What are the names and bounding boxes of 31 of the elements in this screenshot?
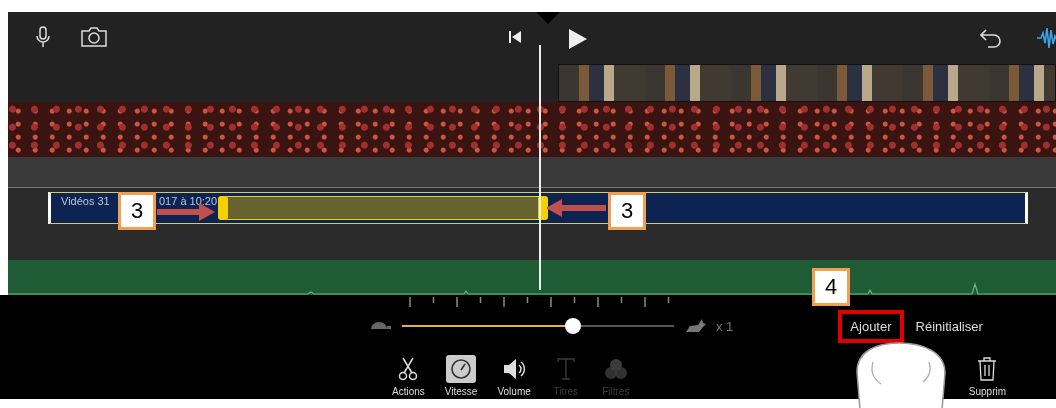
skip-to-start-icon[interactable] [508,30,522,44]
cutaway-clip-filmstrip[interactable] [558,64,1056,102]
trash-icon [977,357,998,381]
play-icon[interactable] [568,28,588,50]
clip-title: 017 à 10:20 [159,195,218,207]
range-handle[interactable] [218,196,228,220]
circles-icon [603,358,628,380]
gauge-icon [449,357,474,381]
scissors-icon [398,357,419,381]
camera-icon[interactable] [80,26,108,48]
toolbar-button[interactable]: Supprim [968,355,1007,397]
action-button[interactable]: Ajouter [838,309,904,343]
arrow-drawing [157,203,215,221]
arrow-drawing [546,199,606,217]
toolbar-button[interactable]: Actions [392,355,425,397]
waveform-icon[interactable] [1036,26,1056,50]
step-number-callout: 4 [812,268,850,306]
audio-waveform-track[interactable] [8,260,1056,295]
step-number-callout: 3 [608,192,646,230]
playhead-marker-icon [536,12,560,24]
slider-thumb[interactable] [565,318,582,334]
text-icon [555,358,576,380]
video-filmstrip[interactable] [8,102,1056,157]
step-number-callout: 3 [118,192,156,230]
speaker-icon [502,358,527,380]
microphone-icon[interactable] [36,26,50,48]
clip-title: Vidéos 31 [61,195,110,207]
toolbar-button[interactable]: Volume [497,355,531,397]
speed-reading: x 1 [716,318,734,334]
undo-icon[interactable] [980,28,1002,48]
action-button[interactable]: Réinitialiser [903,309,995,343]
